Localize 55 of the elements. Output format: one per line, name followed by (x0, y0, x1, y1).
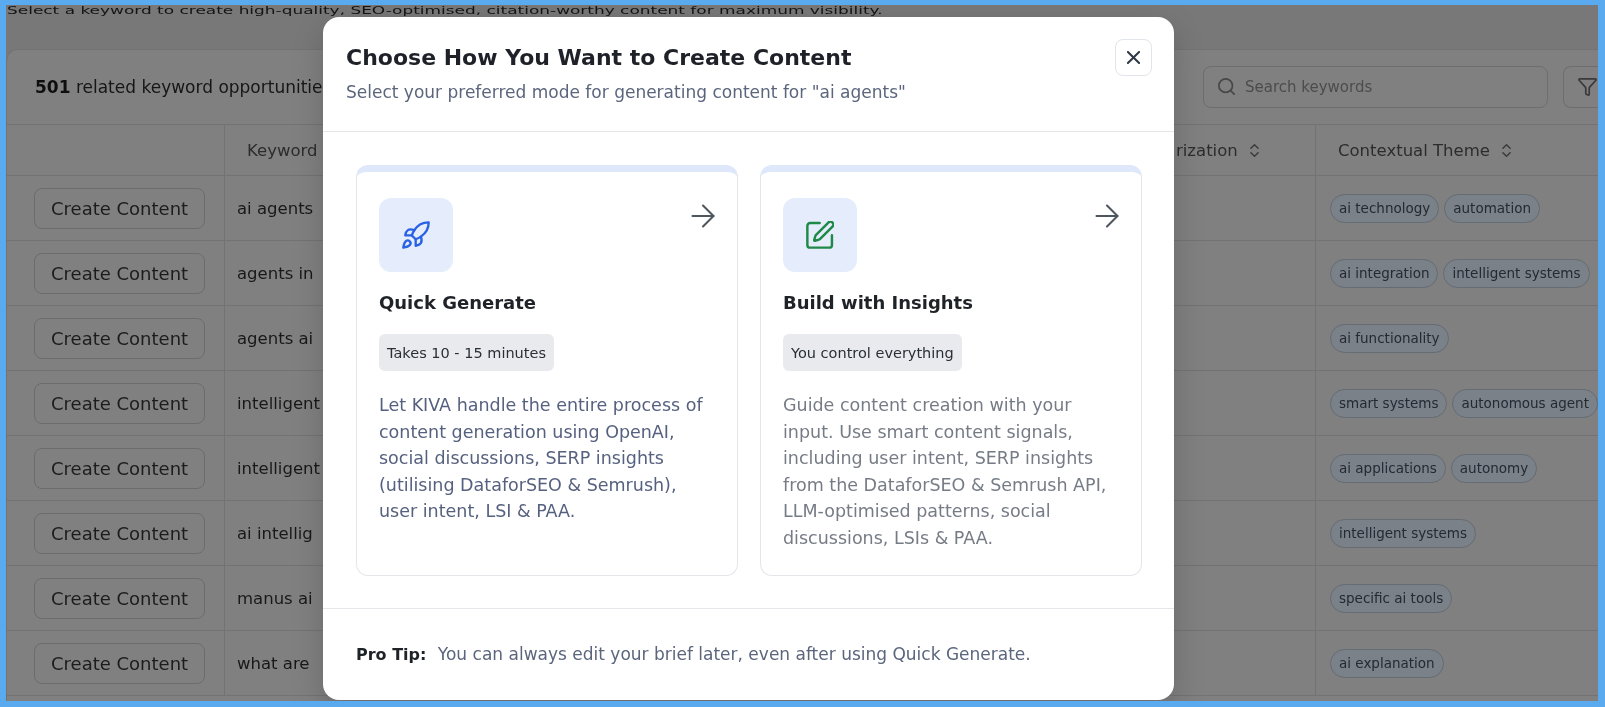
search-icon (1218, 78, 1235, 95)
option-card[interactable]: Quick Generate Takes 10 - 15 minutes Let KIVA handle the entire process of content generation using OpenAI, social discussions, SERP insights (utilising DataforSEO & Semrush), user intent, LSI & PAA. (356, 165, 738, 576)
keyword-text: ai agents (237, 198, 314, 218)
close-icon (1127, 51, 1140, 64)
create-content-button[interactable]: Create Content (34, 252, 206, 294)
theme-tag: automation (1444, 193, 1540, 223)
create-content-button[interactable]: Create Content (34, 512, 206, 554)
theme-tag: autonomous agent (1452, 388, 1598, 418)
keyword-text: what are (237, 653, 310, 673)
intro-text: Select a keyword to create high-quality, SEO-optimised, citation-worthy content for maximum visibility. (7, 5, 883, 17)
option-card[interactable] (760, 165, 1142, 576)
keyword-text: agents in (237, 263, 314, 283)
keyword-text: agents ai (237, 328, 314, 348)
option-title: Quick Generate (379, 291, 538, 314)
keyword-text: intelligent (237, 393, 320, 413)
arrow-right-icon (691, 204, 715, 228)
theme-tag: smart systems (1330, 388, 1448, 418)
option-description: Guide content creation with your input. Use smart content signals, including user intent, SERP insights from the DataforSEO & Semrush API, LLM-optimised patterns, social discussions, LSIs & PAA. (783, 394, 1108, 550)
square-pen-icon (783, 198, 857, 272)
close-button[interactable] (1115, 39, 1152, 76)
option-title: Build with Insights (783, 291, 974, 314)
keyword-text: intelligent (237, 458, 320, 478)
column-header: rization (1176, 140, 1238, 160)
option-tag: You control everything (783, 334, 962, 371)
theme-tag: ai functionality (1330, 323, 1449, 353)
column-header: Keyword (247, 140, 318, 160)
create-content-button[interactable]: Create Content (34, 382, 206, 424)
sort-icon[interactable] (1501, 143, 1511, 157)
pro-tip-text: Pro Tip: You can always edit your brief later, even after using Quick Generate. (356, 644, 1031, 665)
arrow-right-icon (1095, 204, 1119, 228)
theme-tag: intelligent systems (1330, 518, 1476, 548)
funnel-icon (1578, 78, 1597, 96)
option-tag: Takes 10 - 15 minutes (379, 334, 554, 371)
create-content-button[interactable]: Create Content (34, 317, 206, 359)
theme-tag: intelligent systems (1443, 258, 1590, 288)
theme-tag: ai applications (1330, 453, 1446, 483)
option-description: Let KIVA handle the entire process of content generation using OpenAI, social discussions, SERP insights (utilising DataforSEO & Semrush), user intent, LSI & PAA. (379, 394, 704, 524)
keyword-text: ai intellig (237, 523, 313, 543)
create-content-button[interactable]: Create Content (34, 642, 206, 684)
theme-tag: ai integration (1330, 258, 1439, 288)
summary-text: 501 related keyword opportunitie (35, 77, 323, 97)
rocket-icon (379, 198, 453, 272)
keyword-text: manus ai (237, 588, 313, 608)
dialog-title: Choose How You Want to Create Content (346, 44, 853, 72)
dialog-subtitle: Select your preferred mode for generating content for "ai agents" (346, 81, 906, 103)
theme-tag: autonomy (1450, 453, 1538, 483)
filter-button[interactable] (1563, 66, 1598, 108)
create-content-button[interactable]: Create Content (34, 187, 206, 229)
theme-tag: ai technology (1330, 193, 1440, 223)
create-content-button[interactable]: Create Content (34, 447, 206, 489)
sort-icon[interactable] (1249, 143, 1259, 157)
theme-tag: specific ai tools (1330, 583, 1453, 613)
theme-tag: ai explanation (1330, 648, 1444, 678)
column-header: Contextual Theme (1338, 140, 1490, 160)
create-content-button[interactable]: Create Content (34, 577, 206, 619)
